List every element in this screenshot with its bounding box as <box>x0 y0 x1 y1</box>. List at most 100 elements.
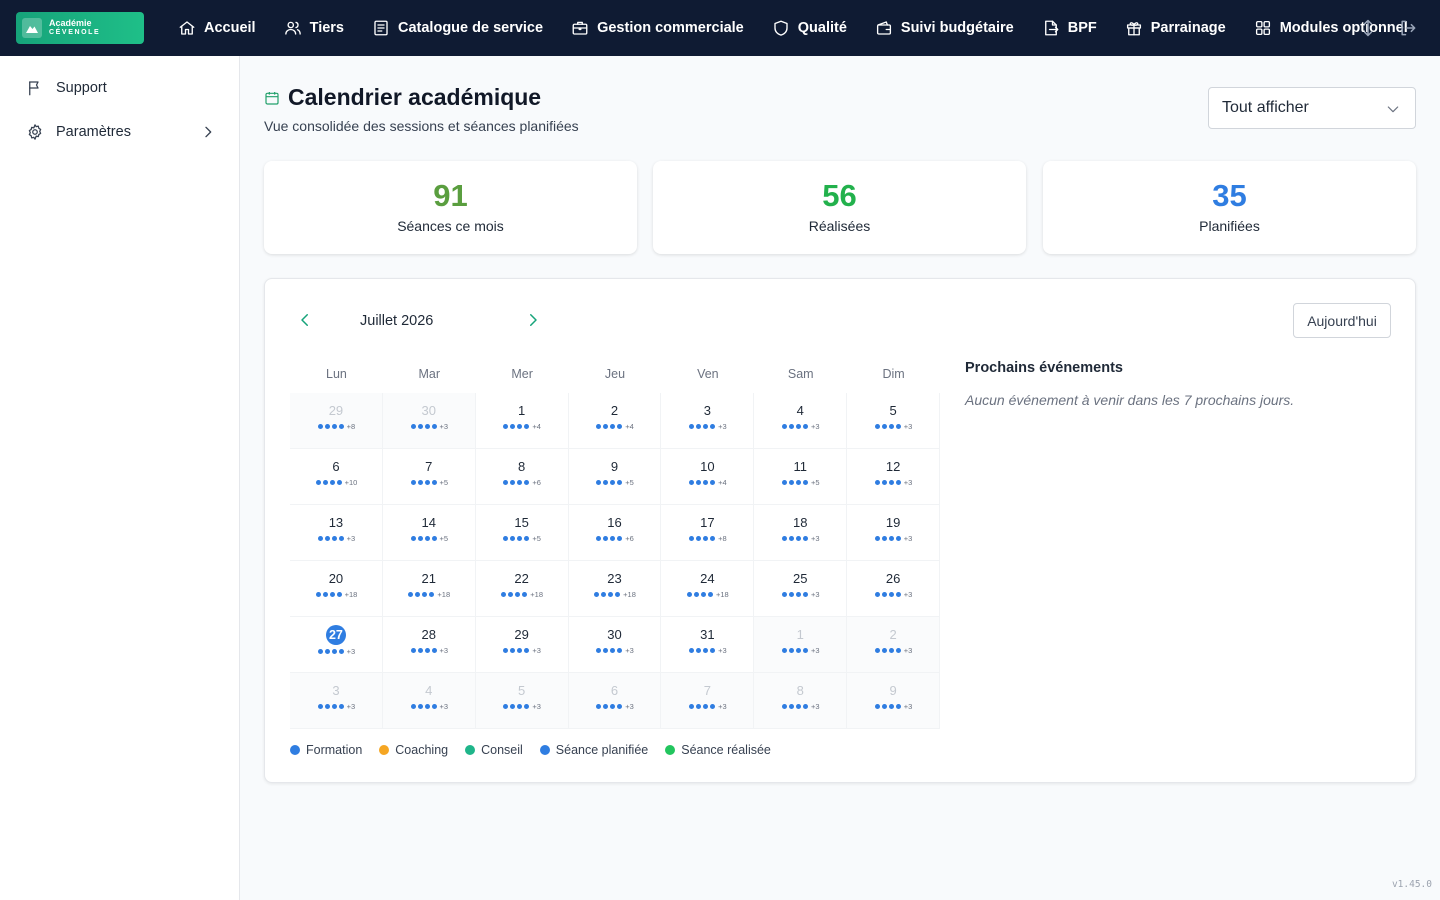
calendar-day[interactable]: 12 +3 <box>847 449 941 505</box>
event-dot <box>322 592 328 597</box>
event-dot <box>322 480 328 485</box>
calendar-day[interactable]: 19 +3 <box>847 505 941 561</box>
weekday-label: Lun <box>326 367 347 381</box>
event-dot <box>710 480 716 485</box>
calendar-day[interactable]: 1 +4 <box>475 393 569 449</box>
calendar-day[interactable]: 31 +3 <box>661 617 755 673</box>
calendar-day-today[interactable]: 27 +3 <box>290 617 383 673</box>
nav-gestion-commerciale[interactable]: Gestion commerciale <box>571 19 744 37</box>
event-dot <box>424 424 430 429</box>
day-number: 2 <box>889 627 897 642</box>
more-events-count: +3 <box>810 422 820 431</box>
event-dot <box>503 536 509 541</box>
day-number: 1 <box>518 403 526 418</box>
calendar-day[interactable]: 7 +5 <box>382 449 476 505</box>
event-dot <box>424 480 430 485</box>
calendar-day[interactable]: 23 +18 <box>568 561 662 617</box>
calendar-day[interactable]: 14 +5 <box>382 505 476 561</box>
event-dot <box>617 424 623 429</box>
upcoming-events-empty: Aucun événement à venir dans les 7 proch… <box>965 392 1295 408</box>
top-navigation: Académie CÉVENOLE Accueil Tiers Catalogu… <box>0 0 1440 56</box>
calendar-day[interactable]: 5 +3 <box>475 673 569 729</box>
calendar-day[interactable]: 9 +5 <box>568 449 662 505</box>
calendar-day[interactable]: 25 +3 <box>754 561 848 617</box>
calendar-day[interactable]: 9 +3 <box>847 673 941 729</box>
day-number: 9 <box>610 459 619 474</box>
calendar-day[interactable]: 15 +5 <box>475 505 569 561</box>
calendar-day[interactable]: 7 +3 <box>661 673 755 729</box>
calendar-day[interactable]: 21 +18 <box>382 561 476 617</box>
today-button[interactable]: Aujourd'hui <box>1293 303 1391 338</box>
calendar-day[interactable]: 29 +8 <box>290 393 383 449</box>
stat-card-realisees: 56 Réalisées <box>653 161 1026 254</box>
next-month-button[interactable] <box>524 311 544 331</box>
filter-select[interactable]: Tout afficher <box>1208 87 1416 129</box>
event-dot <box>594 592 600 597</box>
nav-catalogue[interactable]: Catalogue de service <box>372 19 543 37</box>
calendar-day[interactable]: 2 +3 <box>847 617 941 673</box>
calendar-day[interactable]: 16 +6 <box>568 505 662 561</box>
calendar-day[interactable]: 4 +3 <box>754 393 848 449</box>
event-dots: +3 <box>661 422 753 431</box>
nav-suivi-budgetaire[interactable]: Suivi budgétaire <box>875 19 1014 37</box>
calendar-day[interactable]: 6 +3 <box>568 673 662 729</box>
more-events-count: +5 <box>532 534 541 543</box>
previous-month-button[interactable] <box>296 311 316 331</box>
event-dots: +6 <box>476 478 568 487</box>
nav-parrainage[interactable]: Parrainage <box>1125 19 1226 37</box>
weekday-label: Sam <box>787 367 814 381</box>
calendar-day[interactable]: 20 +18 <box>290 561 383 617</box>
day-number: 8 <box>796 683 804 698</box>
nav-qualite[interactable]: Qualité <box>772 19 847 37</box>
calendar-day[interactable]: 3 +3 <box>290 673 383 729</box>
calendar-day[interactable]: 30 +3 <box>382 393 476 449</box>
logout-button[interactable] <box>1398 18 1418 38</box>
brand-logo[interactable]: Académie CÉVENOLE <box>16 12 144 44</box>
nav-tiers[interactable]: Tiers <box>284 19 344 37</box>
nav-accueil[interactable]: Accueil <box>178 19 256 37</box>
calendar-day[interactable]: 30 +3 <box>568 617 662 673</box>
event-dot <box>524 424 530 429</box>
event-dot <box>874 704 880 709</box>
calendar-day[interactable]: 8 +3 <box>754 673 848 729</box>
event-dots: +3 <box>569 646 661 655</box>
event-dot <box>874 480 880 485</box>
calendar-day[interactable]: 5 +3 <box>847 393 941 449</box>
calendar-day[interactable]: 28 +3 <box>382 617 476 673</box>
calendar-day[interactable]: 13 +3 <box>290 505 383 561</box>
calendar-day[interactable]: 24 +18 <box>661 561 755 617</box>
event-dot <box>517 648 523 653</box>
calendar-day[interactable]: 1 +3 <box>754 617 848 673</box>
event-dot <box>510 480 516 485</box>
more-events-count: +6 <box>625 534 634 543</box>
calendar-day[interactable]: 17 +8 <box>661 505 755 561</box>
event-dot <box>617 536 623 541</box>
nav-bpf[interactable]: BPF <box>1042 19 1097 37</box>
calendar-day[interactable]: 26 +3 <box>847 561 941 617</box>
event-dot <box>338 424 344 429</box>
calendar-day[interactable]: 8 +6 <box>475 449 569 505</box>
event-dot <box>424 704 430 709</box>
calendar-day[interactable]: 18 +3 <box>754 505 848 561</box>
event-dot <box>603 648 609 653</box>
nav-modules-optionnel[interactable]: Modules optionnel <box>1254 19 1408 37</box>
sidebar-item-parametres[interactable]: Paramètres <box>26 123 216 141</box>
event-dot <box>338 704 344 709</box>
calendar-day[interactable]: 4 +3 <box>382 673 476 729</box>
calendar-day[interactable]: 2 +4 <box>568 393 662 449</box>
stat-value: 91 <box>433 178 468 213</box>
calendar-day[interactable]: 6 +10 <box>290 449 383 505</box>
calendar-day[interactable]: 10 +4 <box>661 449 755 505</box>
sort-toggle[interactable] <box>1358 18 1378 38</box>
event-dot <box>881 480 887 485</box>
sidebar-item-support[interactable]: Support <box>26 79 216 97</box>
calendar-day[interactable]: 29 +3 <box>475 617 569 673</box>
calendar-day[interactable]: 3 +3 <box>661 393 755 449</box>
event-dot <box>417 536 423 541</box>
calendar-day[interactable]: 22 +18 <box>475 561 569 617</box>
calendar-day[interactable]: 11 +5 <box>754 449 848 505</box>
event-dots: +3 <box>847 534 939 543</box>
event-dots: +8 <box>290 422 382 431</box>
event-dot <box>617 480 623 485</box>
event-dot <box>895 648 901 653</box>
